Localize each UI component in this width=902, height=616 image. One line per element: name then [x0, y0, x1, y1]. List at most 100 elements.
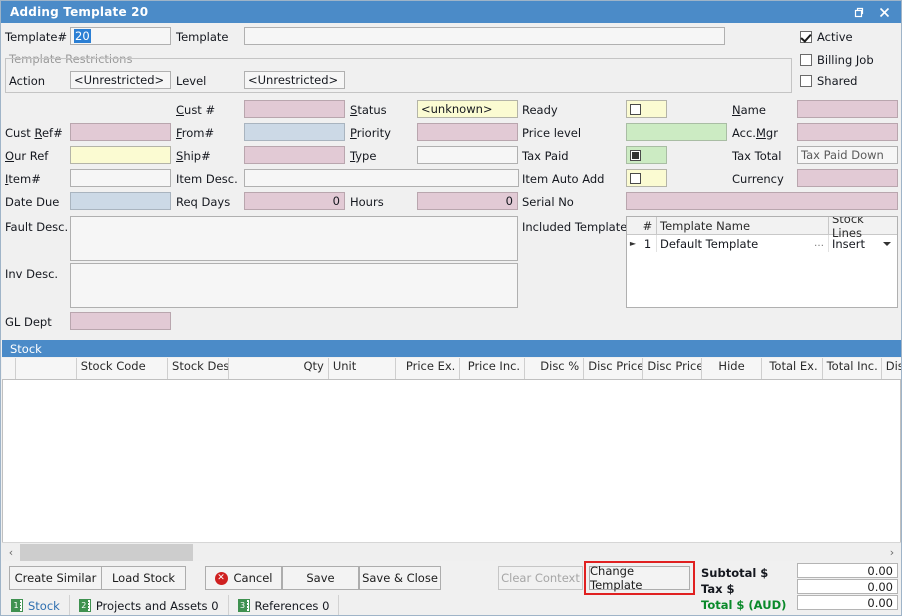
stock-col-disc-price-inc[interactable]: Disc Price Inc.	[643, 358, 702, 379]
scroll-right-arrow-icon[interactable]: ›	[883, 546, 901, 559]
fault-desc-label: Fault Desc.	[5, 220, 68, 234]
chevron-down-icon[interactable]	[883, 242, 891, 246]
row-number: 1	[639, 235, 657, 252]
tab-stock-label: Stock	[28, 599, 60, 613]
action-label: Action	[9, 74, 45, 88]
scroll-left-arrow-icon[interactable]: ‹	[2, 546, 20, 559]
active-checkbox[interactable]: Active	[800, 30, 853, 44]
date-due-input[interactable]	[70, 192, 171, 210]
scroll-thumb[interactable]	[20, 544, 193, 561]
change-template-button[interactable]: Change Template	[589, 566, 690, 590]
adding-template-window: Adding Template 20 Template# 20 Template…	[0, 0, 902, 616]
total-value: 0.00	[797, 595, 898, 610]
priority-label: Priority	[350, 126, 391, 140]
serial-no-label: Serial No	[522, 195, 574, 209]
restore-window-icon[interactable]	[845, 2, 871, 22]
tax-paid-checkbox-field[interactable]	[626, 146, 667, 164]
tab-references[interactable]: 3 References 0	[229, 595, 340, 616]
action-select[interactable]: <Unrestricted>	[70, 71, 171, 89]
row-template-name-text: Default Template	[660, 237, 758, 251]
close-icon[interactable]	[871, 2, 897, 22]
tax-total-value: Tax Paid Down	[797, 146, 898, 164]
price-level-label: Price level	[522, 126, 581, 140]
cust-number-input[interactable]	[244, 100, 345, 118]
item-number-input[interactable]	[70, 169, 171, 187]
req-days-input[interactable]: 0	[244, 192, 345, 210]
row-stock-lines-select[interactable]: Insert	[829, 235, 897, 252]
row-ellipsis-button[interactable]: …	[814, 238, 825, 249]
header-number: #	[639, 217, 657, 234]
from-number-input[interactable]	[244, 123, 345, 141]
save-button[interactable]: Save	[282, 566, 359, 590]
name-input[interactable]	[797, 100, 898, 118]
create-similar-button[interactable]: Create Similar	[9, 566, 102, 590]
our-ref-input[interactable]	[70, 146, 171, 164]
stock-col-price-ex[interactable]: Price Ex.	[396, 358, 461, 379]
cancel-circle-icon: ✕	[215, 572, 228, 585]
inv-desc-label: Inv Desc.	[5, 267, 58, 281]
acc-mgr-input[interactable]	[797, 123, 898, 141]
stock-col-blank[interactable]	[16, 358, 77, 379]
gl-dept-label: GL Dept	[5, 315, 52, 329]
window-title: Adding Template 20	[10, 5, 845, 19]
subtotal-value: 0.00	[797, 563, 898, 578]
tab-projects-and-assets[interactable]: 2 Projects and Assets 0	[70, 595, 229, 616]
save-and-close-button[interactable]: Save & Close	[359, 566, 441, 590]
level-select[interactable]: <Unrestricted>	[244, 71, 345, 89]
template-number-value: 20	[74, 29, 91, 43]
item-desc-input[interactable]	[244, 169, 519, 187]
stock-col-unit[interactable]: Unit	[329, 358, 396, 379]
fault-desc-textarea[interactable]	[70, 216, 518, 261]
tax-paid-checkbox-box	[630, 150, 641, 161]
row-stock-lines-text: Insert	[832, 237, 865, 251]
template-name-input[interactable]	[244, 27, 725, 45]
stock-section-header: Stock	[2, 340, 901, 357]
stock-col-disc-percent[interactable]: Disc %	[525, 358, 584, 379]
stock-col-stock-description[interactable]: Stock Description	[168, 358, 229, 379]
inv-desc-textarea[interactable]	[70, 263, 518, 308]
table-row[interactable]: ► 1 Default Template … Insert	[627, 235, 897, 252]
stock-col-total-ex[interactable]: Total Ex.	[762, 358, 823, 379]
tax-value: 0.00	[797, 579, 898, 594]
tab-stock[interactable]: 1 Stock	[2, 595, 70, 616]
included-templates-label: Included Templates	[522, 220, 633, 234]
stock-grid-hscrollbar[interactable]: ‹ ›	[2, 542, 901, 561]
template-number-input[interactable]: 20	[70, 27, 171, 45]
row-template-name[interactable]: Default Template …	[657, 235, 829, 252]
stock-col-total-inc[interactable]: Total Inc.	[823, 358, 882, 379]
ready-checkbox-field[interactable]	[626, 100, 667, 118]
cancel-button[interactable]: ✕ Cancel	[205, 566, 282, 590]
checkbox-box-billing-job	[800, 54, 812, 66]
type-input[interactable]	[417, 146, 518, 164]
stock-col-hide[interactable]: Hide	[702, 358, 761, 379]
tax-total-label: Tax Total	[732, 149, 782, 163]
status-select[interactable]: <unknown>	[417, 100, 518, 118]
cust-ref-input[interactable]	[70, 123, 171, 141]
hours-input[interactable]: 0	[417, 192, 518, 210]
name-label: Name	[732, 103, 766, 117]
header-row-indicator	[627, 217, 639, 234]
ship-number-input[interactable]	[244, 146, 345, 164]
currency-input[interactable]	[797, 169, 898, 187]
billing-job-checkbox[interactable]: Billing Job	[800, 53, 874, 67]
shared-checkbox[interactable]: Shared	[800, 74, 858, 88]
load-stock-button[interactable]: Load Stock	[101, 566, 186, 590]
price-level-input[interactable]	[626, 123, 727, 141]
stock-col-stock-code[interactable]: Stock Code	[77, 358, 168, 379]
stock-grid-body[interactable]	[2, 380, 901, 542]
cust-number-label: Cust #	[176, 103, 215, 117]
priority-input[interactable]	[417, 123, 518, 141]
serial-no-input[interactable]	[626, 192, 898, 210]
stock-col-price-inc[interactable]: Price Inc.	[460, 358, 525, 379]
gl-dept-input[interactable]	[70, 312, 171, 330]
stock-col-disc-price-ex[interactable]: Disc Price Ex.	[584, 358, 643, 379]
item-auto-add-checkbox-field[interactable]	[626, 169, 667, 187]
group-border-bottom	[5, 92, 792, 93]
stock-col-qty[interactable]: Qty	[229, 358, 329, 379]
included-templates-grid[interactable]: # Template Name Stock Lines ► 1 Default …	[626, 216, 898, 308]
clear-context-button: Clear Context	[498, 566, 583, 590]
tax-label: Tax $	[701, 582, 735, 596]
total-label: Total $ (AUD)	[701, 598, 786, 612]
stock-col-indicator[interactable]	[2, 358, 16, 379]
stock-col-disc[interactable]: Disc	[882, 358, 901, 379]
